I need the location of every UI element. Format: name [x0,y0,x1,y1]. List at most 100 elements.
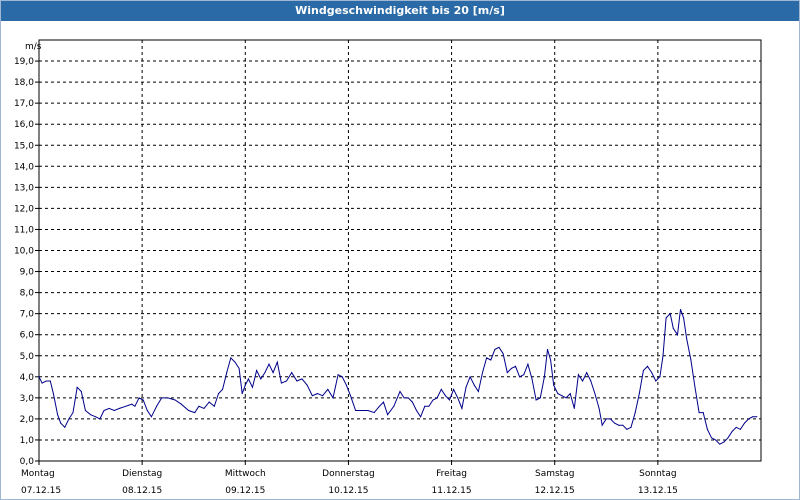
x-tick-day: Mittwoch [225,469,266,479]
data-point [523,374,525,376]
data-point [527,363,529,365]
data-point [296,380,298,382]
data-point [134,405,136,407]
data-point [719,443,721,445]
data-point [213,405,215,407]
x-tick-date: 08.12.15 [122,486,162,496]
data-point [52,393,54,395]
data-point [387,414,389,416]
data-point [669,313,671,315]
data-point [194,412,196,414]
data-point [407,397,409,399]
data-point [150,416,152,418]
y-tick-label: 18,0 [14,78,34,88]
data-point [683,317,685,319]
x-tick-date: 10.12.15 [328,486,368,496]
data-point [382,401,384,403]
data-point [399,391,401,393]
data-point [217,393,219,395]
data-point [345,384,347,386]
data-point [403,397,405,399]
data-point [247,378,249,380]
data-point [113,409,115,411]
data-point [301,378,303,380]
data-point [286,380,288,382]
data-point [680,308,682,310]
data-point [378,405,380,407]
data-point [486,357,488,359]
y-tick-label: 5,0 [20,352,35,362]
x-tick-day: Freitag [436,469,467,479]
data-point [226,372,228,374]
y-tick-label: 19,0 [14,57,34,67]
y-tick-label: 3,0 [20,394,35,404]
data-point [482,372,484,374]
data-point [626,428,628,430]
data-point [546,348,548,350]
data-point [264,372,266,374]
y-axis-unit: m/s [25,42,42,52]
data-point [238,367,240,369]
data-point [41,382,43,384]
data-point [373,412,375,414]
data-point [539,397,541,399]
data-point [327,388,329,390]
data-point [651,372,653,374]
data-point [614,422,616,424]
data-point [64,426,66,428]
data-point [634,412,636,414]
grid-lines [39,40,761,461]
data-point [230,357,232,359]
data-point [337,374,339,376]
data-point [80,391,82,393]
data-point [590,380,592,382]
data-point [57,414,59,416]
data-point [743,422,745,424]
data-point [436,397,438,399]
data-point [449,399,451,401]
data-point [727,437,729,439]
data-point [735,426,737,428]
data-point [672,327,674,329]
data-point [306,384,308,386]
x-tick-date: 09.12.15 [225,486,265,496]
data-point [622,424,624,426]
data-point [702,412,704,414]
data-point [723,441,725,443]
data-point [647,365,649,367]
data-point [662,355,664,357]
data-point [618,424,620,426]
data-point [676,334,678,336]
y-tick-label: 11,0 [14,225,34,235]
data-point [577,374,579,376]
data-point [748,418,750,420]
data-point [550,359,552,361]
data-point [167,397,169,399]
x-axis-ticks: Montag 07.12.15 Dienstag 08.12.15 Mittwoch 09… [21,461,678,496]
y-tick-label: 6,0 [20,331,35,341]
data-point [311,395,313,397]
data-point [694,386,696,388]
data-point [99,418,101,420]
data-point [440,388,442,390]
data-point [367,409,369,411]
data-point [203,407,205,409]
data-point [598,407,600,409]
data-point [241,393,243,395]
data-point [72,412,74,414]
data-point [349,395,351,397]
data-point [125,405,127,407]
y-tick-label: 0,0 [20,457,35,467]
data-point [131,403,133,405]
data-point [272,372,274,374]
data-point [715,439,717,441]
data-point [752,416,754,418]
data-point [420,416,422,418]
data-point [76,386,78,388]
data-point [208,401,210,403]
data-point [731,431,733,433]
data-point [138,397,140,399]
y-tick-label: 14,0 [14,162,34,172]
y-tick-label: 9,0 [20,268,35,278]
data-point [393,405,395,407]
